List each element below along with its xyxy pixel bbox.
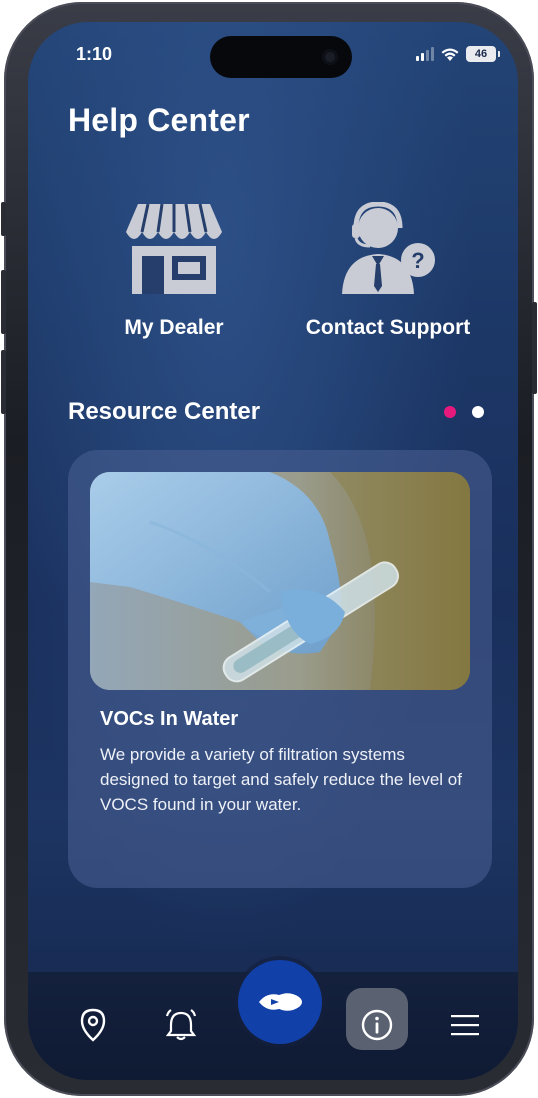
battery-icon: 46	[466, 46, 500, 62]
resource-card-title: VOCs In Water	[100, 708, 239, 730]
dynamic-island	[210, 36, 352, 78]
section-title: Resource Center	[68, 398, 261, 425]
svg-text:?: ?	[411, 248, 424, 273]
contact-support-label: Contact Support	[305, 316, 471, 339]
resource-card[interactable]: VOCs In Water We provide a variety of fi…	[68, 450, 492, 888]
my-dealer-label: My Dealer	[124, 316, 224, 339]
location-icon	[80, 1008, 106, 1042]
cellular-signal-icon	[416, 47, 434, 61]
wifi-icon	[441, 48, 459, 61]
pagination-dot[interactable]	[472, 406, 484, 418]
volume-down-button	[1, 350, 6, 414]
menu-icon	[451, 1015, 479, 1036]
nav-menu[interactable]	[442, 1002, 488, 1048]
page-title: Help Center	[68, 102, 250, 138]
resource-card-image	[90, 472, 470, 690]
carousel-pagination	[444, 406, 484, 418]
phone-frame: 1:10 46 Help Center My Dealer ? Contact …	[1, 2, 537, 1096]
resource-card-body: We provide a variety of filtration syste…	[100, 745, 462, 814]
info-icon	[361, 1009, 393, 1041]
nav-info[interactable]	[354, 1002, 400, 1048]
screen: 1:10 46 Help Center My Dealer ? Contact …	[28, 22, 518, 1080]
volume-up-button	[1, 270, 6, 334]
pagination-dot-active[interactable]	[444, 406, 456, 418]
status-time: 1:10	[76, 44, 113, 64]
action-button	[1, 202, 6, 236]
nav-location[interactable]	[70, 1002, 116, 1048]
logo-icon	[259, 993, 302, 1011]
nav-notifications[interactable]	[158, 1002, 204, 1048]
status-icons: 46	[416, 44, 500, 64]
bell-icon	[165, 1009, 197, 1041]
camera-icon	[322, 49, 338, 65]
home-logo-button[interactable]	[238, 960, 322, 1044]
contact-support-button[interactable]: ? Contact Support	[278, 202, 498, 340]
my-dealer-button[interactable]: My Dealer	[84, 202, 264, 340]
store-icon	[126, 203, 222, 294]
power-button	[532, 302, 537, 394]
support-agent-icon: ?	[342, 202, 435, 294]
